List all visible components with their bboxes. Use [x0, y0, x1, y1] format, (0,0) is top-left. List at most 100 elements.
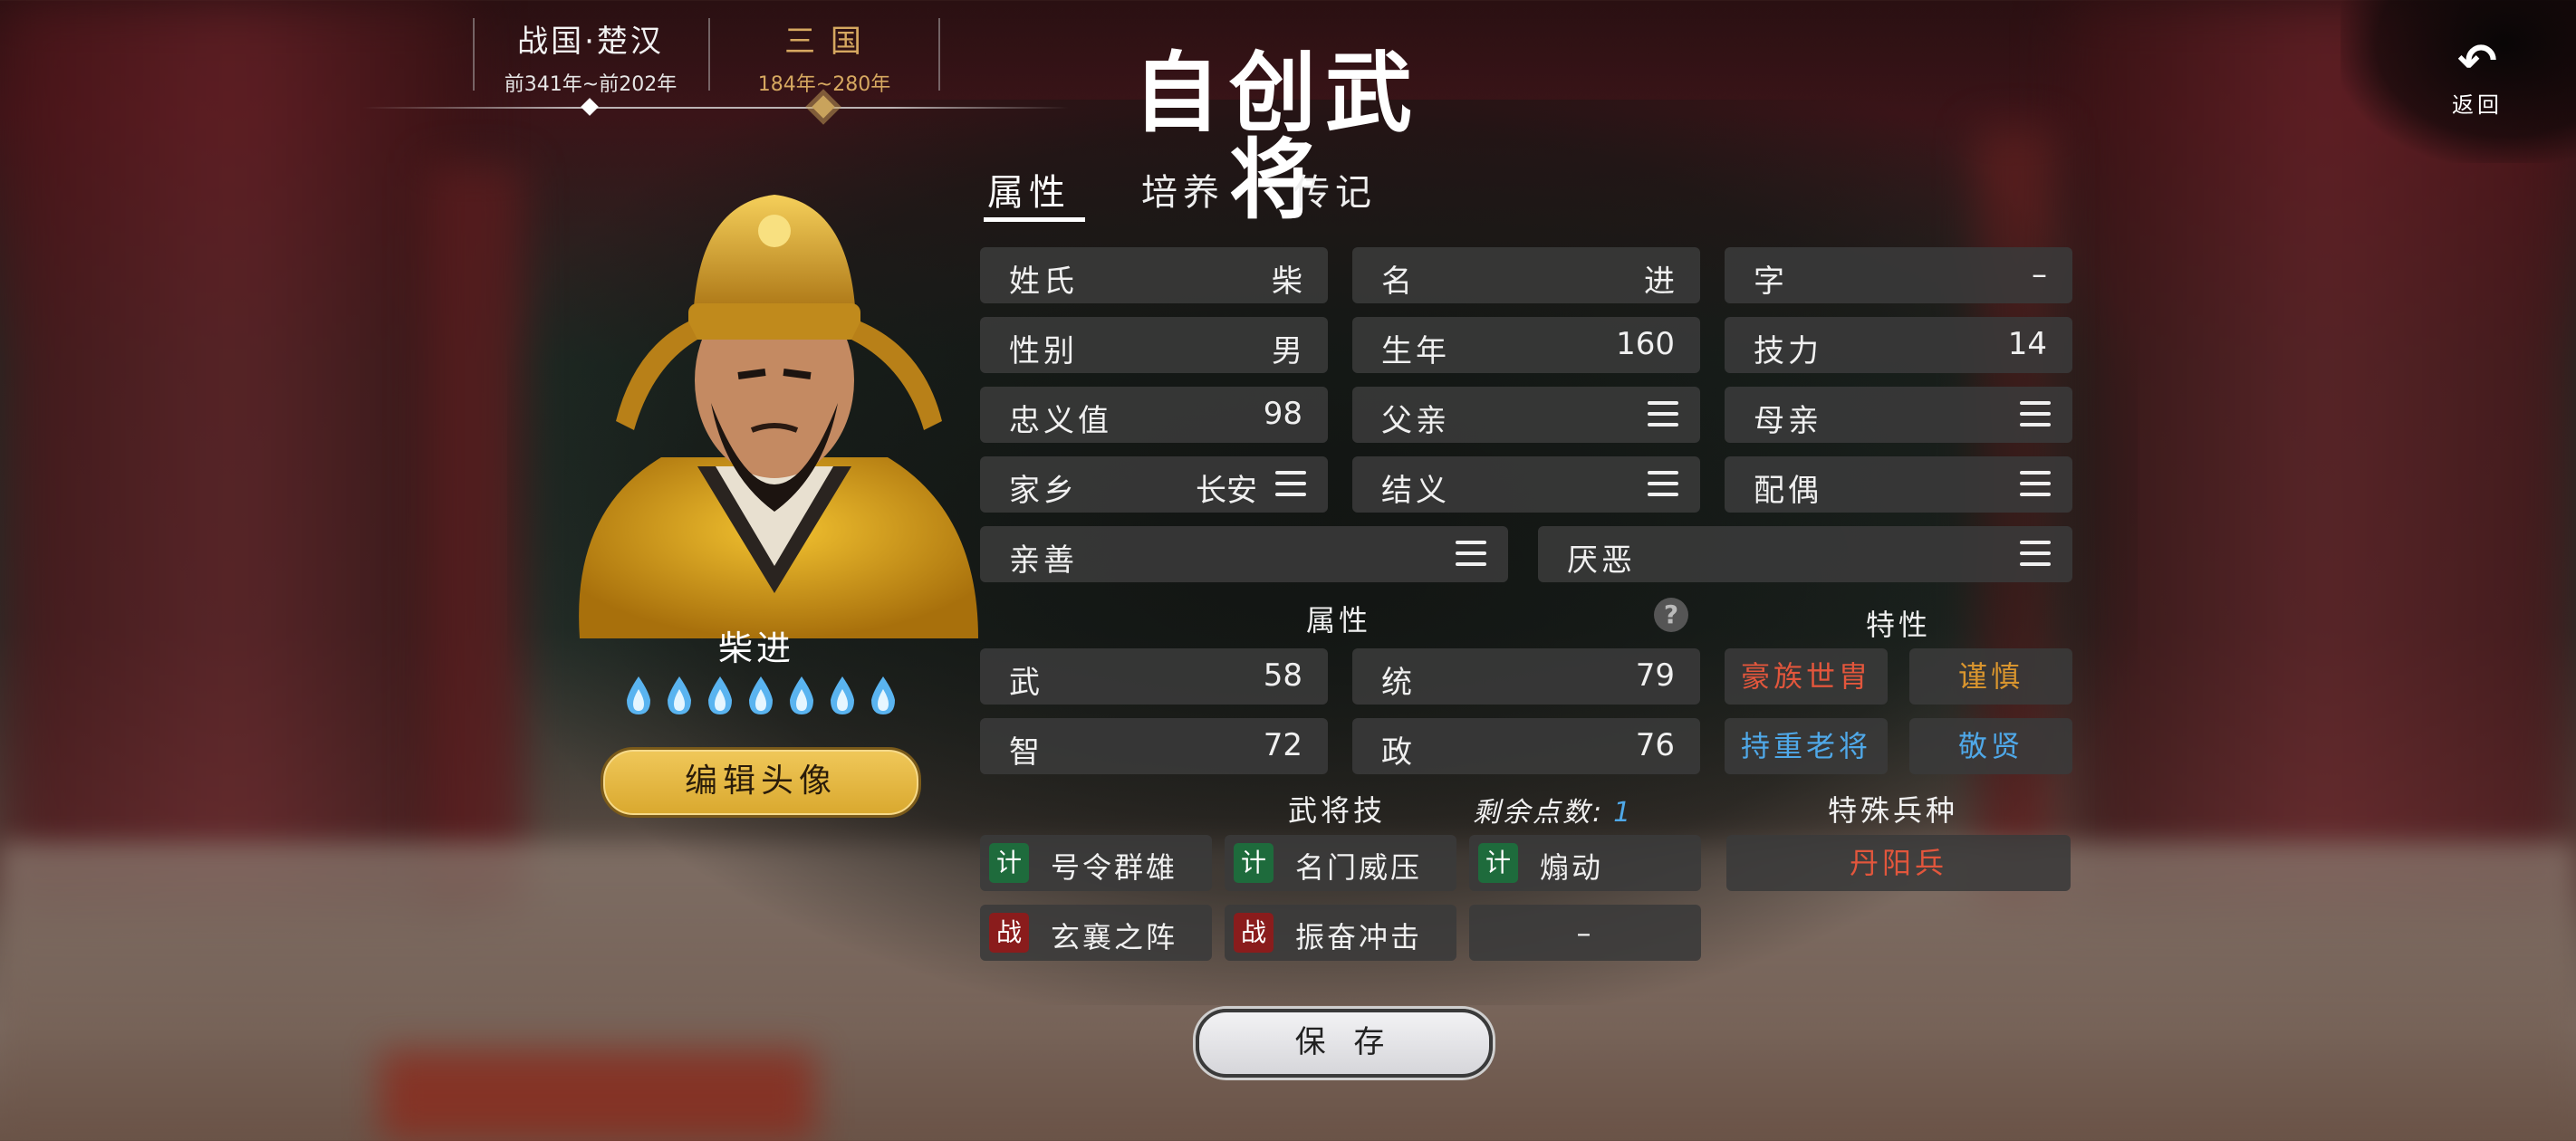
field-label: 母亲 [1754, 403, 1822, 439]
skill-type-badge: 战 [1234, 913, 1274, 953]
field-given-name[interactable]: 名 进 [1352, 247, 1700, 303]
field-value: 男 [1272, 333, 1302, 369]
era-name: 三 国 [784, 24, 864, 60]
field-likes[interactable]: 亲善 [980, 526, 1508, 582]
skill-slot[interactable]: 战 玄襄之阵 [980, 905, 1212, 961]
field-label: 名 [1381, 264, 1416, 300]
back-arrow-icon: ↶ [2457, 34, 2497, 89]
era-marker [581, 98, 599, 116]
skill-slot-empty[interactable]: – [1469, 905, 1701, 961]
field-value: – [2032, 256, 2047, 292]
hero-portrait [562, 168, 987, 647]
menu-icon[interactable] [1648, 471, 1678, 496]
skill-name: 振奋冲击 [1295, 920, 1423, 954]
menu-icon[interactable] [1648, 401, 1678, 427]
field-birth-year[interactable]: 生年 160 [1352, 317, 1700, 373]
field-label: 武 [1009, 665, 1043, 701]
skill-slot[interactable]: 计 名门威压 [1225, 835, 1456, 891]
field-value: 长安 [1196, 473, 1257, 509]
field-value: 72 [1263, 727, 1302, 763]
rarity-stars [616, 675, 906, 720]
trait-item[interactable]: 豪族世胄 [1725, 648, 1888, 705]
flame-star-icon [708, 676, 732, 714]
era-name: 战国·楚汉 [517, 24, 664, 60]
field-value: 76 [1635, 727, 1675, 763]
field-value: 58 [1263, 657, 1302, 694]
field-label: 厌恶 [1567, 542, 1636, 579]
back-button[interactable]: ↶ 返回 [2427, 36, 2527, 127]
era-timeline [362, 107, 1069, 109]
era-years: 前341年~前202年 [504, 73, 678, 96]
menu-icon[interactable] [2020, 541, 2051, 566]
tab-attributes[interactable]: 属性 [987, 163, 1071, 216]
remaining-value: 1 [1613, 797, 1634, 829]
field-label: 忠义值 [1009, 403, 1112, 439]
field-father[interactable]: 父亲 [1352, 387, 1700, 443]
flame-star-icon [790, 676, 813, 714]
bg-curtain-left [0, 0, 471, 906]
field-courtesy-name[interactable]: 字 – [1725, 247, 2072, 303]
edit-avatar-button[interactable]: 编辑头像 [601, 747, 921, 818]
stat-force[interactable]: 武 58 [980, 648, 1328, 705]
field-spouse[interactable]: 配偶 [1725, 456, 2072, 513]
field-label: 亲善 [1009, 542, 1078, 579]
troop-heading: 特殊兵种 [1828, 793, 1959, 828]
field-label: 字 [1754, 264, 1788, 300]
field-label: 结义 [1381, 473, 1450, 509]
flame-star-icon [668, 676, 691, 714]
tab-training[interactable]: 培养 [1141, 163, 1225, 216]
field-dislikes[interactable]: 厌恶 [1538, 526, 2072, 582]
era-marker-active [812, 95, 835, 119]
field-loyalty[interactable]: 忠义值 98 [980, 387, 1328, 443]
field-label: 性别 [1009, 333, 1078, 369]
stat-intellect[interactable]: 智 72 [980, 718, 1328, 774]
menu-icon[interactable] [1275, 471, 1306, 496]
era-warring-states[interactable]: 战国·楚汉 前341年~前202年 [473, 16, 708, 97]
field-label: 技力 [1754, 333, 1822, 369]
era-years: 184年~280年 [757, 73, 891, 96]
help-icon[interactable]: ? [1654, 598, 1688, 632]
skill-name: 煽动 [1540, 850, 1604, 885]
menu-icon[interactable] [1456, 541, 1486, 566]
field-label: 父亲 [1381, 403, 1450, 439]
flame-star-icon [627, 676, 650, 714]
remaining-label: 剩余点数: [1473, 797, 1605, 829]
back-label: 返回 [2452, 92, 2503, 118]
field-skill-power[interactable]: 技力 14 [1725, 317, 2072, 373]
skills-heading: 武将技 [1288, 793, 1387, 828]
field-value: 160 [1616, 326, 1675, 362]
skill-type-badge: 战 [989, 913, 1029, 953]
field-mother[interactable]: 母亲 [1725, 387, 2072, 443]
save-button[interactable]: 保 存 [1196, 1009, 1493, 1078]
tab-active-indicator [984, 217, 1085, 222]
era-three-kingdoms[interactable]: 三 国 184年~280年 [706, 16, 942, 97]
skill-name: 玄襄之阵 [1051, 920, 1178, 954]
special-troop[interactable]: 丹阳兵 [1726, 835, 2071, 891]
field-value: 98 [1263, 396, 1302, 432]
hero-name: 柴进 [717, 628, 794, 668]
flame-star-icon [831, 676, 854, 714]
field-label: 生年 [1381, 333, 1450, 369]
skill-name: 名门威压 [1295, 850, 1423, 885]
field-surname[interactable]: 姓氏 柴 [980, 247, 1328, 303]
skill-slot[interactable]: 战 振奋冲击 [1225, 905, 1456, 961]
skill-slot[interactable]: 计 煽动 [1469, 835, 1701, 891]
remaining-points: 剩余点数: 1 [1473, 790, 1633, 829]
skill-type-badge: 计 [1234, 843, 1274, 883]
field-hometown[interactable]: 家乡 长安 [980, 456, 1328, 513]
menu-icon[interactable] [2020, 401, 2051, 427]
field-sworn-brothers[interactable]: 结义 [1352, 456, 1700, 513]
tab-biography[interactable]: 传记 [1293, 163, 1377, 216]
field-label: 家乡 [1009, 473, 1078, 509]
field-value: 进 [1644, 264, 1675, 300]
bg-pillar-left [426, 163, 525, 906]
stat-politics[interactable]: 政 76 [1352, 718, 1700, 774]
stat-command[interactable]: 统 79 [1352, 648, 1700, 705]
trait-item[interactable]: 谨慎 [1909, 648, 2072, 705]
menu-icon[interactable] [2020, 471, 2051, 496]
trait-item[interactable]: 敬贤 [1909, 718, 2072, 774]
field-label: 智 [1009, 734, 1043, 771]
trait-item[interactable]: 持重老将 [1725, 718, 1888, 774]
skill-slot[interactable]: 计 号令群雄 [980, 835, 1212, 891]
field-gender[interactable]: 性别 男 [980, 317, 1328, 373]
